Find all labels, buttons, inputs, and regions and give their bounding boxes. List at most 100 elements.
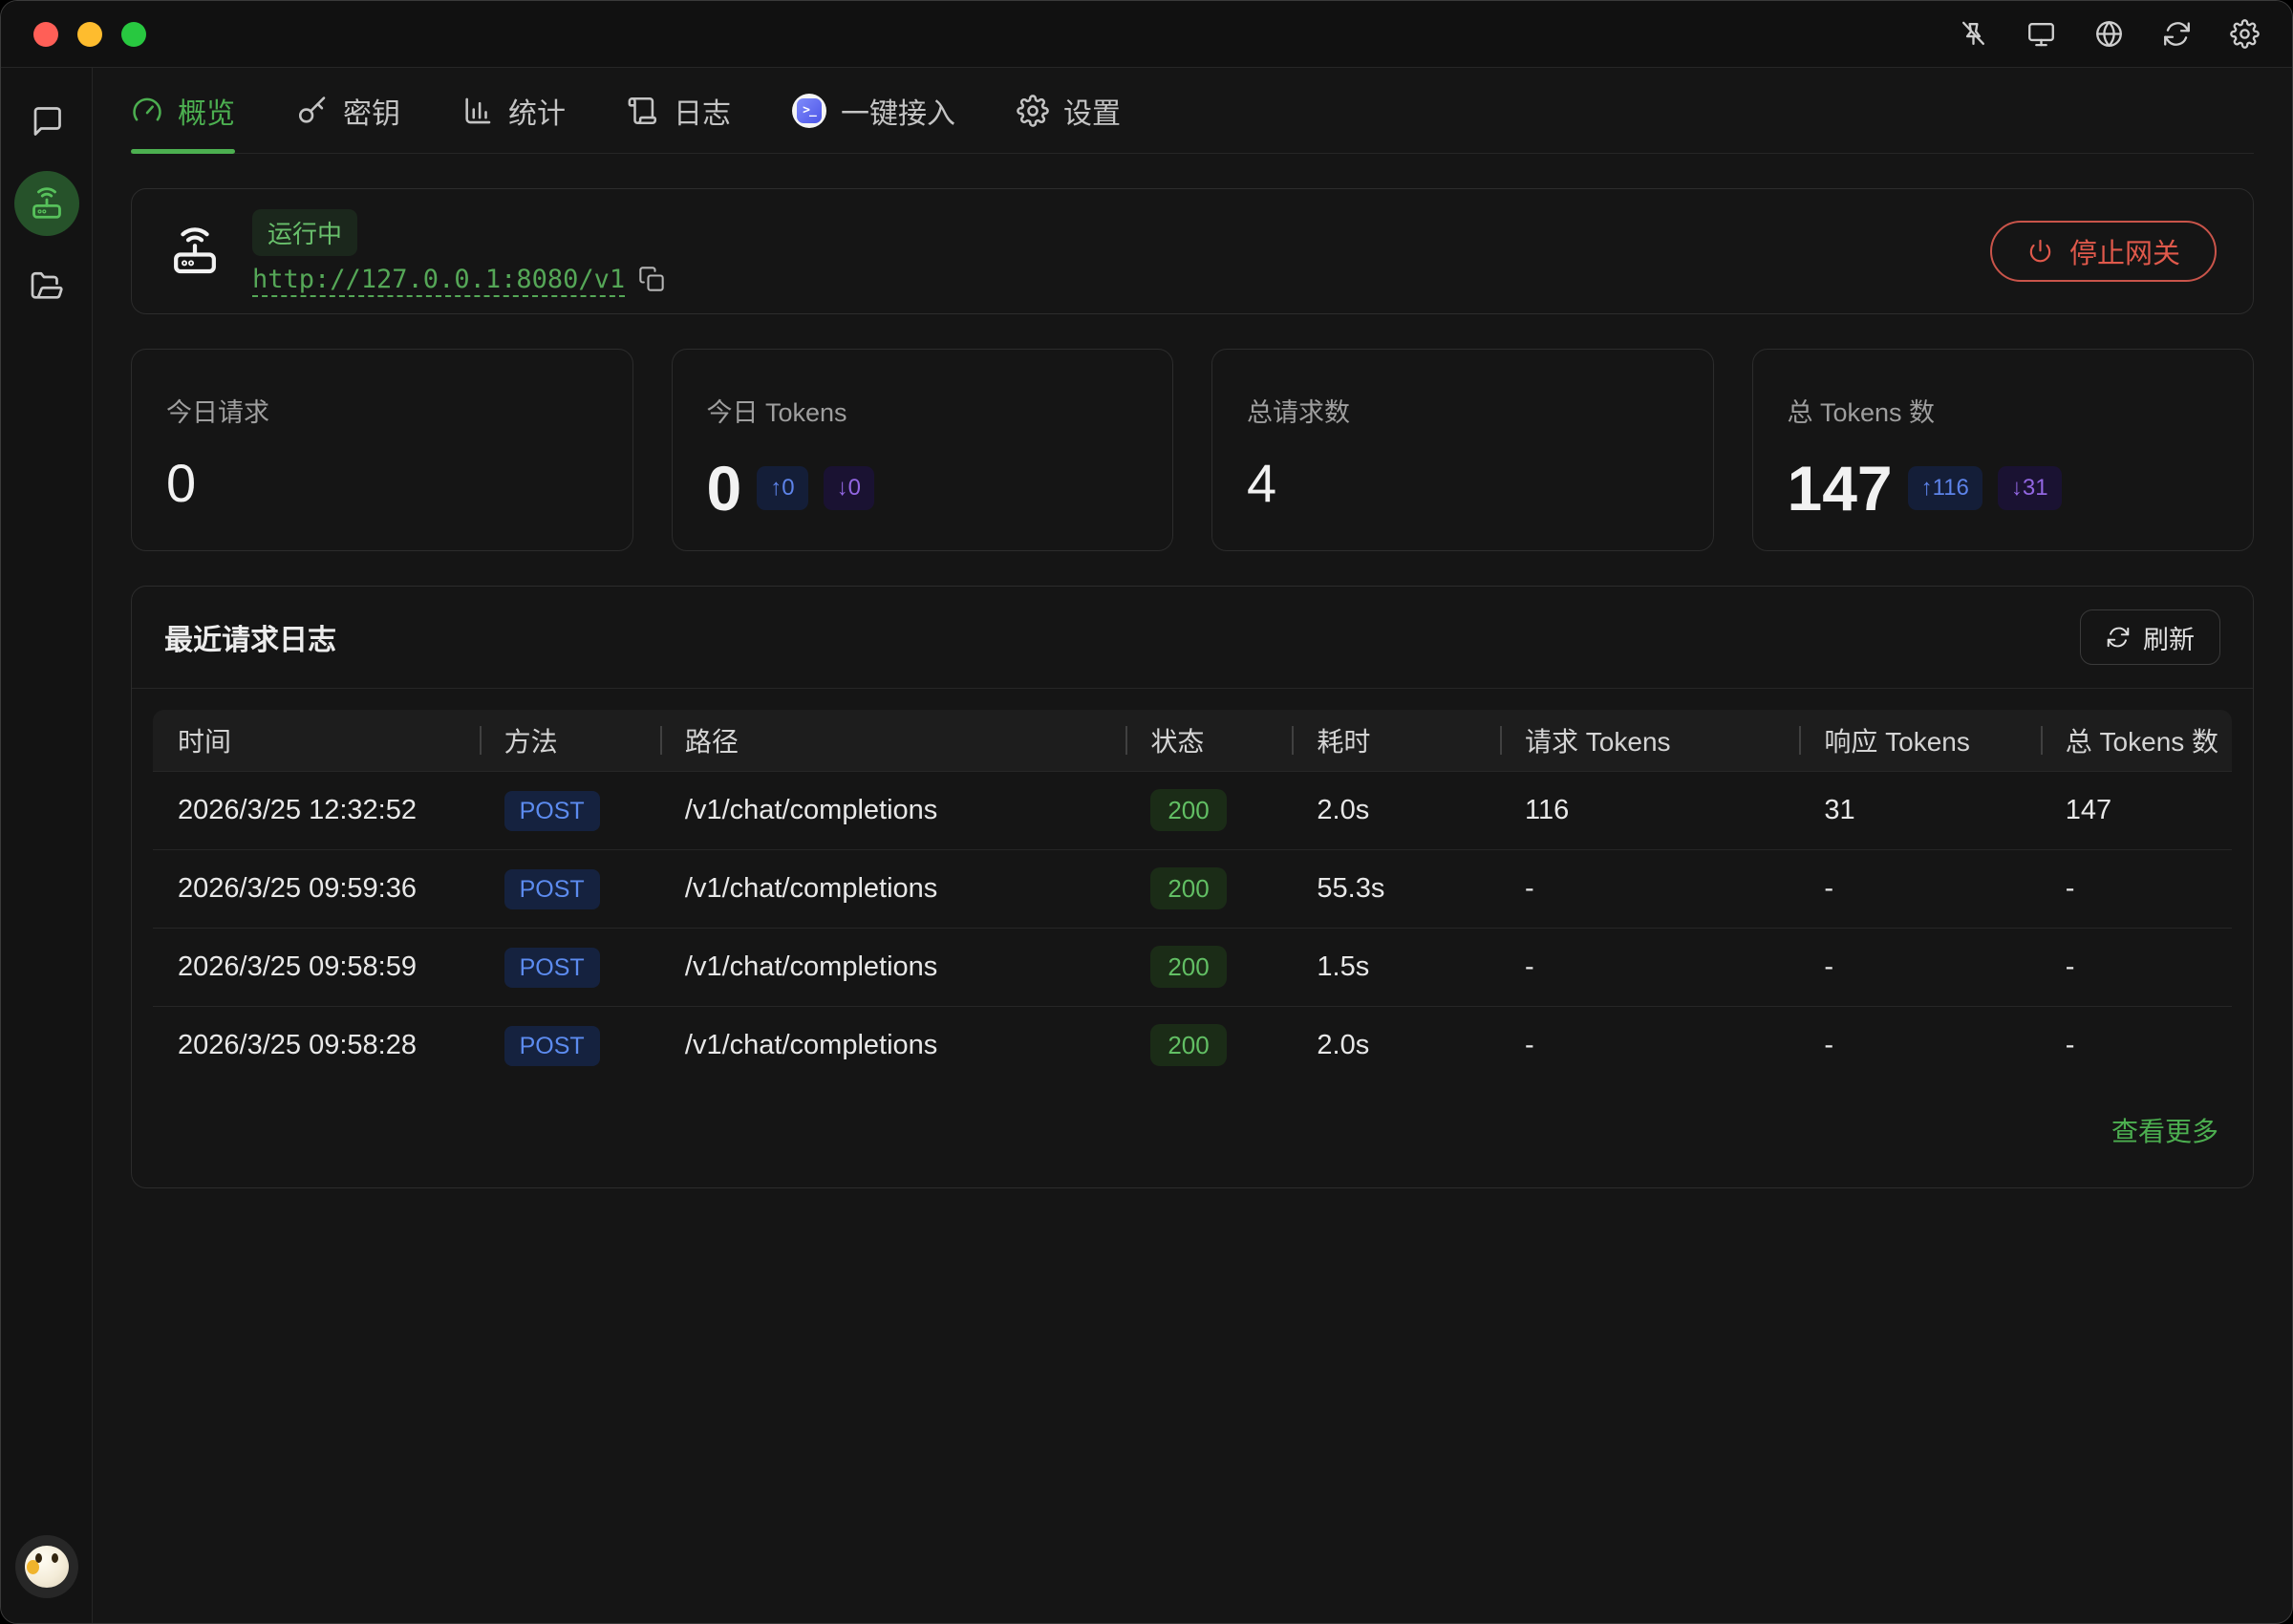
window-controls (33, 22, 146, 47)
cell-path: /v1/chat/completions (660, 795, 1125, 826)
stat-value: 0 (166, 452, 196, 514)
tab-keys[interactable]: 密钥 (296, 68, 400, 153)
app-window: 概览 密钥 统计 (0, 0, 2293, 1624)
gear-icon (2230, 19, 2260, 49)
cell-req-tokens: 116 (1500, 795, 1799, 826)
titlebar (1, 1, 2292, 68)
cell-duration: 55.3s (1292, 873, 1500, 905)
stat-value: 0 (707, 452, 742, 524)
cell-resp-tokens: - (1799, 873, 2040, 905)
tab-quick-connect[interactable]: >_ 一键接入 (792, 68, 955, 153)
mascot-avatar[interactable] (15, 1535, 78, 1598)
col-method: 方法 (480, 710, 660, 771)
close-button[interactable] (33, 22, 58, 47)
pin-off-icon (1959, 19, 1988, 49)
key-icon (296, 95, 329, 127)
titlebar-actions (1959, 19, 2260, 49)
sidebar-item-chat[interactable] (30, 104, 64, 139)
gauge-icon (131, 95, 163, 127)
stat-label: 总 Tokens 数 (1788, 392, 2219, 429)
status-code-badge: 200 (1150, 789, 1226, 831)
tab-label: 日志 (674, 90, 731, 132)
sidebar-item-files[interactable] (30, 268, 64, 303)
stat-value: 147 (1788, 452, 1893, 524)
method-badge: POST (504, 1026, 600, 1066)
logs-table-header: 时间 方法 路径 状态 耗时 请求 Tokens 响应 Tokens 总 Tok… (153, 710, 2232, 771)
reload-button[interactable] (2162, 19, 2192, 49)
sidebar (1, 68, 93, 1623)
col-resp-tokens: 响应 Tokens (1799, 710, 2040, 771)
cell-path: /v1/chat/completions (660, 1030, 1125, 1061)
cell-duration: 1.5s (1292, 951, 1500, 983)
stat-label: 今日请求 (166, 392, 598, 429)
stat-value: 4 (1247, 452, 1276, 514)
power-icon (2026, 238, 2054, 266)
router-icon (29, 185, 65, 222)
view-more-link[interactable]: 查看更多 (2111, 1111, 2218, 1149)
globe-button[interactable] (2094, 19, 2124, 49)
input-tokens-badge: ↑0 (757, 466, 807, 510)
gateway-status-card: 运行中 http://127.0.0.1:8080/v1 (131, 188, 2254, 314)
cell-total-tokens: - (2041, 1030, 2232, 1061)
method-badge: POST (504, 948, 600, 988)
globe-icon (2094, 19, 2124, 49)
output-tokens-badge: ↓31 (1998, 466, 2062, 510)
cell-resp-tokens: 31 (1799, 795, 2040, 826)
refresh-label: 刷新 (2143, 619, 2195, 656)
refresh-icon (2162, 19, 2192, 49)
col-path: 路径 (660, 710, 1125, 771)
zoom-button[interactable] (121, 22, 146, 47)
table-row[interactable]: 2026/3/25 09:58:59 POST /v1/chat/complet… (153, 928, 2232, 1006)
terminal-logo-icon: >_ (792, 94, 826, 128)
copy-url-button[interactable] (638, 266, 665, 292)
settings-button[interactable] (2230, 19, 2260, 49)
pin-off-button[interactable] (1959, 19, 1988, 49)
minimize-button[interactable] (77, 22, 102, 47)
tab-stats[interactable]: 统计 (461, 68, 566, 153)
folder-open-icon (30, 268, 64, 303)
cell-path: /v1/chat/completions (660, 951, 1125, 983)
refresh-icon (2106, 625, 2131, 650)
cell-req-tokens: - (1500, 951, 1799, 983)
status-badge: 运行中 (252, 209, 357, 256)
sidebar-item-gateway[interactable] (14, 171, 79, 236)
gateway-url-link[interactable]: http://127.0.0.1:8080/v1 (252, 265, 625, 294)
status-code-badge: 200 (1150, 1024, 1226, 1066)
tab-logs[interactable]: 日志 (627, 68, 731, 153)
cell-req-tokens: - (1500, 873, 1799, 905)
status-code-badge: 200 (1150, 946, 1226, 988)
table-row[interactable]: 2026/3/25 09:58:28 POST /v1/chat/complet… (153, 1006, 2232, 1084)
copy-icon (638, 266, 665, 292)
logs-panel-header: 最近请求日志 刷新 (132, 587, 2253, 689)
cell-req-tokens: - (1500, 1030, 1799, 1061)
col-time: 时间 (153, 710, 480, 771)
stop-gateway-label: 停止网关 (2069, 231, 2180, 271)
cell-time: 2026/3/25 09:58:28 (153, 1030, 480, 1061)
output-tokens-badge: ↓0 (824, 466, 874, 510)
stop-gateway-button[interactable]: 停止网关 (1990, 221, 2217, 282)
logs-panel-footer: 查看更多 (132, 1084, 2253, 1187)
tab-settings[interactable]: 设置 (1017, 68, 1121, 153)
cell-duration: 2.0s (1292, 1030, 1500, 1061)
logs-panel-title: 最近请求日志 (164, 616, 336, 658)
cell-resp-tokens: - (1799, 1030, 2040, 1061)
app-shell: 概览 密钥 统计 (1, 68, 2292, 1623)
main-content: 概览 密钥 统计 (93, 68, 2292, 1623)
table-row[interactable]: 2026/3/25 09:59:36 POST /v1/chat/complet… (153, 849, 2232, 928)
cell-total-tokens: - (2041, 873, 2232, 905)
tab-overview[interactable]: 概览 (131, 68, 235, 153)
refresh-logs-button[interactable]: 刷新 (2080, 609, 2220, 665)
router-icon (168, 224, 222, 278)
table-row[interactable]: 2026/3/25 12:32:52 POST /v1/chat/complet… (153, 771, 2232, 849)
gateway-status-info: 运行中 http://127.0.0.1:8080/v1 (252, 209, 665, 294)
tab-label: 统计 (508, 90, 566, 132)
col-status: 状态 (1125, 710, 1292, 771)
col-duration: 耗时 (1292, 710, 1500, 771)
display-button[interactable] (2026, 19, 2056, 49)
col-total-tokens: 总 Tokens 数 (2041, 710, 2232, 771)
stat-label: 今日 Tokens (707, 392, 1139, 429)
scroll-icon (627, 95, 659, 127)
tab-label: 概览 (178, 90, 235, 132)
chat-bubble-icon (30, 104, 64, 139)
cell-duration: 2.0s (1292, 795, 1500, 826)
